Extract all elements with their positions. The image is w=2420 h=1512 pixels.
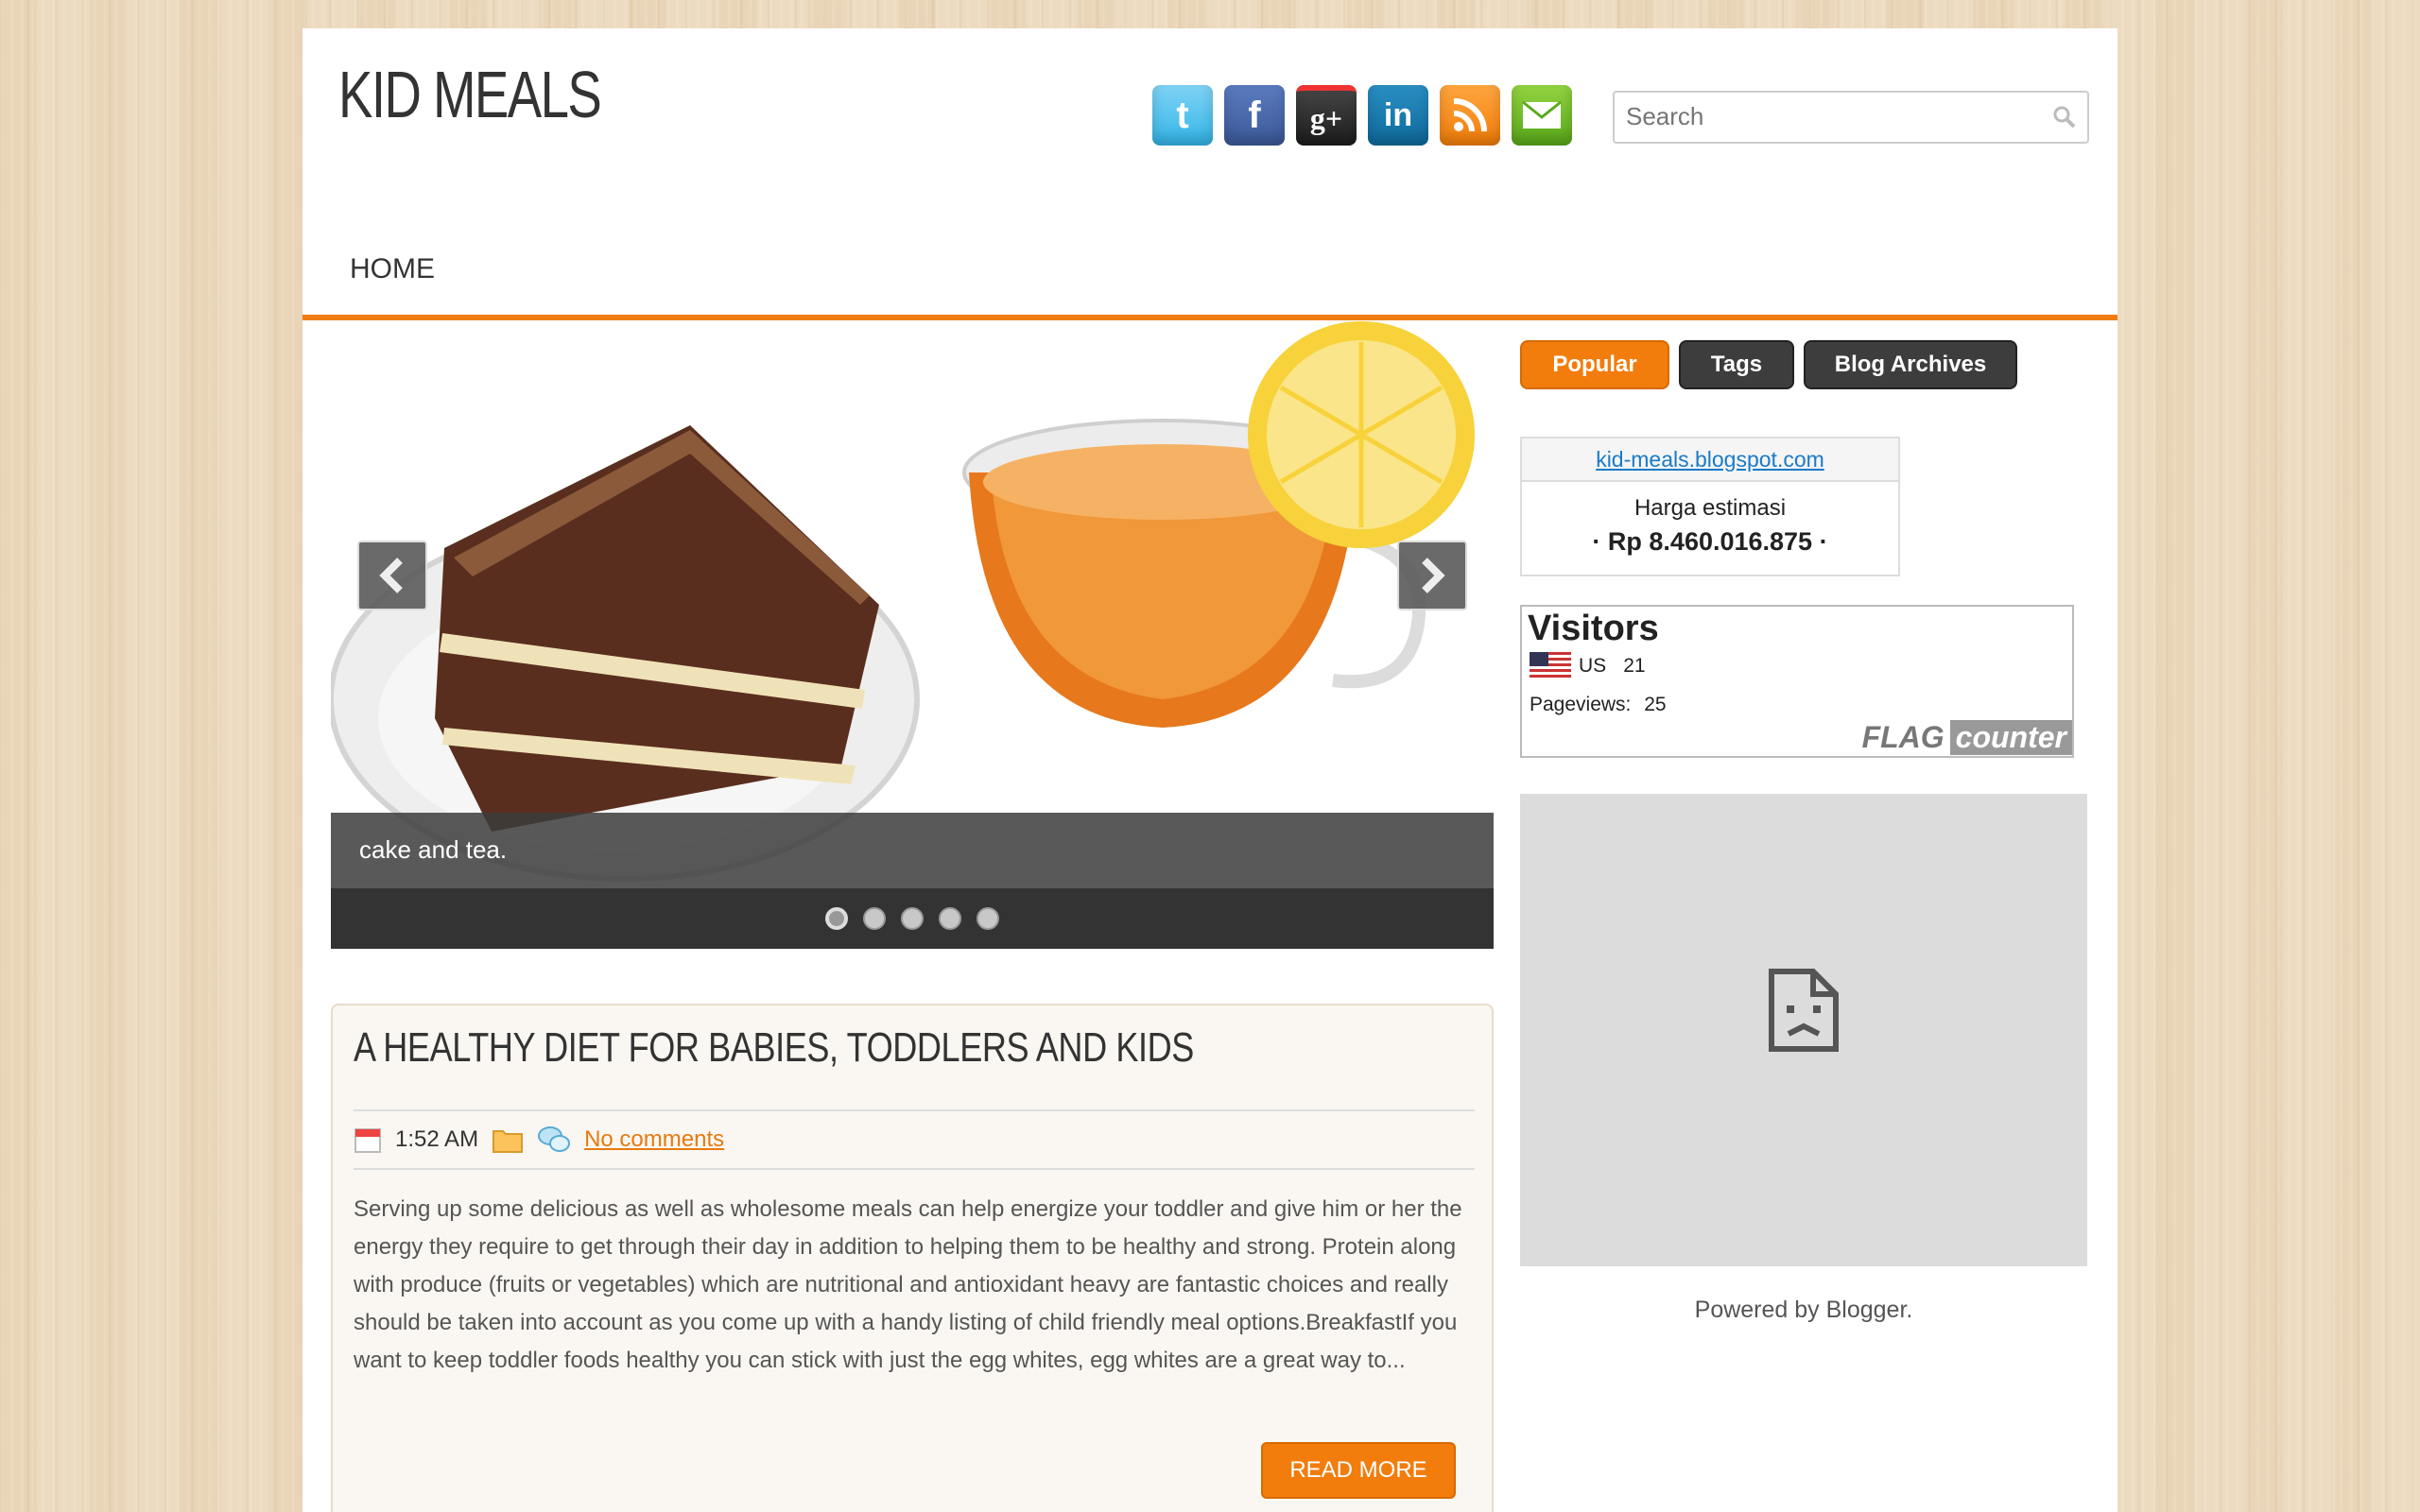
social-icons: t f g+ in [1152,85,1572,146]
rss-icon[interactable] [1440,85,1500,146]
flag-counter-logo-flag: FLAG [1861,719,1945,754]
comments-icon [538,1126,571,1152]
email-icon[interactable] [1512,85,1572,146]
tab-blog-archives[interactable]: Blog Archives [1804,340,2017,389]
post-excerpt: Serving up some delicious as well as who… [354,1196,1462,1373]
broken-image-placeholder [1520,794,2087,1266]
slide-caption: cake and tea. [331,813,1494,888]
slider-dot[interactable] [863,907,886,930]
slider-dot[interactable] [939,907,961,930]
estimate-price: · Rp 8.460.016.875 · [1592,527,1828,556]
slide-image[interactable] [331,321,1494,888]
estimate-label: Harga estimasi [1634,495,1787,521]
slider-dot[interactable] [825,907,848,930]
chevron-left-icon [379,558,403,593]
read-more-button[interactable]: READ MORE [1261,1442,1456,1499]
flag-counter-widget[interactable]: Visitors US 21 Pageviews: 25 FLAG counte… [1520,605,2074,758]
post-time: 1:52 AM [395,1126,479,1152]
google-plus-icon[interactable]: g+ [1296,85,1357,146]
powered-by-text[interactable]: Powered by Blogger. [1520,1297,2087,1324]
us-flag-icon [1530,652,1571,680]
page-container: KID MEALS t f g+ in HOME [302,28,2118,1512]
blog-post: A HEALTHY DIET FOR BABIES, TODDLERS AND … [331,1004,1494,1512]
country-count: 21 [1623,655,1646,677]
flag-counter-logo-counter: counter [1949,719,2072,755]
chevron-right-icon [1422,558,1445,593]
pageviews-label: Pageviews: [1530,694,1632,715]
image-slider: cake and tea. [331,321,1494,949]
slider-dot[interactable] [901,907,924,930]
site-value-link[interactable]: kid-meals.blogspot.com [1522,438,1898,482]
site-title[interactable]: KID MEALS [338,57,602,132]
calendar-icon [354,1128,381,1153]
post-meta: 1:52 AM No comments [354,1125,724,1155]
twitter-icon[interactable]: t [1152,85,1213,146]
sidebar-tabs: Popular Tags Blog Archives [1520,340,2017,389]
divider [354,1109,1475,1111]
site-value-widget: kid-meals.blogspot.com Harga estimasi · … [1520,437,1900,576]
slider-pagination [331,888,1494,949]
search-input[interactable] [1615,93,2031,140]
comments-link[interactable]: No comments [584,1126,724,1153]
search-box [1613,91,2089,144]
pageviews-row: Pageviews: 25 [1530,694,1667,716]
divider [354,1168,1475,1170]
slider-prev-button[interactable] [357,541,427,610]
linkedin-icon[interactable]: in [1368,85,1428,146]
broken-image-icon [1769,969,1839,1052]
slider-dot[interactable] [977,907,999,930]
flag-counter-logo: FLAG counter [1862,718,2072,756]
main-navigation: HOME [302,236,2118,320]
post-title[interactable]: A HEALTHY DIET FOR BABIES, TODDLERS AND … [354,1024,1194,1072]
tab-tags[interactable]: Tags [1679,340,1794,389]
nav-home-link[interactable]: HOME [350,253,435,285]
visitors-heading: Visitors [1528,609,1659,648]
facebook-icon[interactable]: f [1224,85,1285,146]
folder-icon [493,1130,524,1153]
country-code: US [1579,655,1607,677]
country-row: US 21 [1530,652,1646,680]
search-icon[interactable] [2051,104,2078,130]
envelope-glyph [1522,100,1562,129]
pageviews-count: 25 [1644,694,1667,715]
slider-next-button[interactable] [1397,541,1467,610]
rss-glyph [1453,98,1487,132]
tab-popular[interactable]: Popular [1520,340,1669,389]
